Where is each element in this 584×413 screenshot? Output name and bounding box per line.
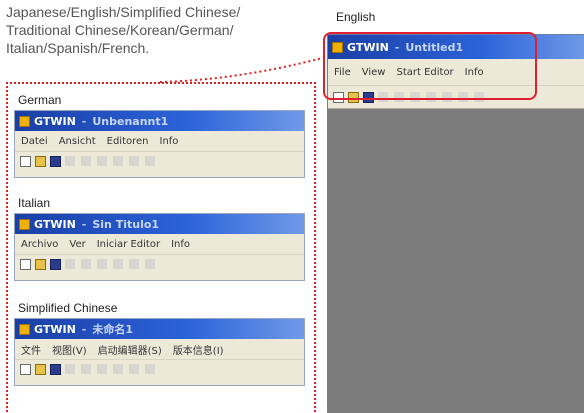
gtwin-app-icon (19, 115, 30, 127)
app-name: GTWIN (34, 114, 76, 128)
chinese-label: Simplified Chinese (18, 301, 118, 315)
disabled-tool-icon (97, 259, 107, 269)
disabled-tool-icon (81, 259, 91, 269)
save-disk-icon[interactable] (50, 258, 61, 270)
open-folder-icon[interactable] (35, 258, 46, 270)
menu-start-editor[interactable]: 启动编辑器(S) (98, 342, 162, 357)
disabled-tool-icon (113, 364, 123, 374)
menu-version-info[interactable]: 版本信息(I) (173, 342, 224, 357)
disabled-tool-icon (113, 259, 123, 269)
workspace-canvas[interactable] (328, 109, 584, 413)
disabled-tool-icon (145, 156, 155, 166)
german-titlebar: GTWIN - Unbenannt1 (15, 111, 304, 131)
chinese-menubar: 文件 视图(V) 启动编辑器(S) 版本信息(I) (15, 339, 304, 360)
menu-info[interactable]: Info (171, 239, 190, 250)
menu-start-editor[interactable]: Iniciar Editor (97, 239, 160, 250)
title-separator: - (81, 217, 87, 231)
italian-window: GTWIN - Sin Titulo1 Archivo Ver Iniciar … (14, 213, 305, 281)
disabled-tool-icon (145, 364, 155, 374)
german-menubar: Datei Ansicht Editoren Info (15, 131, 304, 152)
gtwin-app-icon (19, 218, 30, 230)
document-title: Sin Titulo1 (92, 217, 160, 231)
menu-view[interactable]: 视图(V) (52, 342, 87, 357)
german-window: GTWIN - Unbenannt1 Datei Ansicht Editore… (14, 110, 305, 178)
app-name: GTWIN (34, 217, 76, 231)
language-list-line-3: Italian/Spanish/French. (6, 40, 150, 56)
italian-titlebar: GTWIN - Sin Titulo1 (15, 214, 304, 234)
save-disk-icon[interactable] (50, 363, 61, 375)
disabled-tool-icon (145, 259, 155, 269)
menu-info[interactable]: Info (160, 136, 179, 147)
chinese-titlebar: GTWIN - 未命名1 (15, 319, 304, 339)
app-name: GTWIN (34, 322, 76, 336)
open-folder-icon[interactable] (35, 155, 46, 167)
disabled-tool-icon (97, 364, 107, 374)
language-list-line-2: Traditional Chinese/Korean/German/ (6, 22, 234, 38)
new-file-icon[interactable] (20, 363, 31, 375)
open-folder-icon[interactable] (35, 363, 46, 375)
disabled-tool-icon (129, 259, 139, 269)
italian-label: Italian (18, 196, 51, 210)
new-file-icon[interactable] (20, 155, 31, 167)
menu-file[interactable]: 文件 (21, 342, 41, 357)
save-disk-icon[interactable] (50, 155, 61, 167)
title-separator: - (81, 114, 87, 128)
menu-file[interactable]: Archivo (21, 239, 58, 250)
english-label: English (336, 10, 376, 24)
italian-toolbar (15, 255, 304, 273)
disabled-tool-icon (65, 156, 75, 166)
disabled-tool-icon (129, 156, 139, 166)
menu-file[interactable]: Datei (21, 136, 48, 147)
chinese-toolbar (15, 360, 304, 378)
document-title: 未命名1 (92, 323, 134, 336)
disabled-tool-icon (81, 156, 91, 166)
gtwin-app-icon (19, 323, 30, 335)
chinese-window: GTWIN - 未命名1 文件 视图(V) 启动编辑器(S) 版本信息(I) (14, 318, 305, 386)
german-label: German (18, 93, 62, 107)
menu-view[interactable]: Ansicht (59, 136, 96, 147)
german-toolbar (15, 152, 304, 170)
document-title: Unbenannt1 (92, 114, 169, 128)
italian-menubar: Archivo Ver Iniciar Editor Info (15, 234, 304, 255)
language-list-text: Japanese/English/Simplified Chinese/ Tra… (6, 3, 306, 57)
new-file-icon[interactable] (20, 258, 31, 270)
menu-highlight-box (323, 32, 537, 100)
language-list-line-1: Japanese/English/Simplified Chinese/ (6, 4, 241, 20)
disabled-tool-icon (97, 156, 107, 166)
disabled-tool-icon (81, 364, 91, 374)
title-separator: - (81, 322, 87, 336)
disabled-tool-icon (65, 259, 75, 269)
menu-view[interactable]: Ver (69, 239, 85, 250)
disabled-tool-icon (113, 156, 123, 166)
menu-editors[interactable]: Editoren (107, 136, 149, 147)
disabled-tool-icon (129, 364, 139, 374)
disabled-tool-icon (65, 364, 75, 374)
